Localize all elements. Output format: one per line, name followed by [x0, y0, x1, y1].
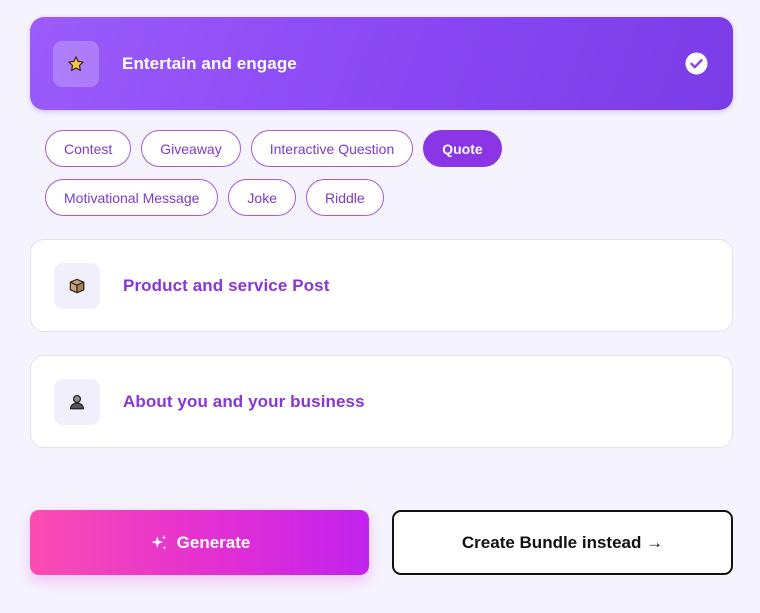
option-chips: Contest Giveaway Interactive Question Qu…	[45, 130, 565, 228]
person-icon	[70, 394, 84, 409]
chip-contest[interactable]: Contest	[45, 130, 132, 167]
category-icon-box	[54, 262, 100, 309]
chip-row: Motivational Message Joke Riddle	[45, 179, 565, 216]
chip-riddle[interactable]: Riddle	[305, 179, 384, 216]
package-icon	[69, 278, 85, 293]
star-icon	[68, 55, 84, 71]
check-circle-icon	[685, 52, 708, 75]
category-card-product-service[interactable]: Product and service Post	[30, 239, 733, 332]
generate-label: Generate	[176, 532, 251, 552]
category-card-about-you[interactable]: About you and your business	[30, 355, 733, 448]
generate-button[interactable]: Generate	[30, 510, 369, 575]
chip-quote[interactable]: Quote	[423, 130, 502, 167]
chip-row: Contest Giveaway Interactive Question Qu…	[45, 130, 565, 167]
create-bundle-button[interactable]: Create Bundle instead →	[392, 510, 733, 575]
chip-interactive-question[interactable]: Interactive Question	[250, 130, 414, 167]
category-icon-box	[54, 378, 100, 425]
chip-joke[interactable]: Joke	[228, 179, 296, 216]
category-title: Product and service Post	[123, 275, 330, 295]
category-card-entertain[interactable]: Entertain and engage	[30, 17, 733, 110]
chip-giveaway[interactable]: Giveaway	[141, 130, 241, 167]
category-icon-box	[53, 40, 99, 87]
category-title: About you and your business	[123, 391, 365, 411]
chip-motivational-message[interactable]: Motivational Message	[45, 179, 219, 216]
sparkles-icon	[151, 534, 166, 550]
category-title: Entertain and engage	[122, 53, 297, 73]
